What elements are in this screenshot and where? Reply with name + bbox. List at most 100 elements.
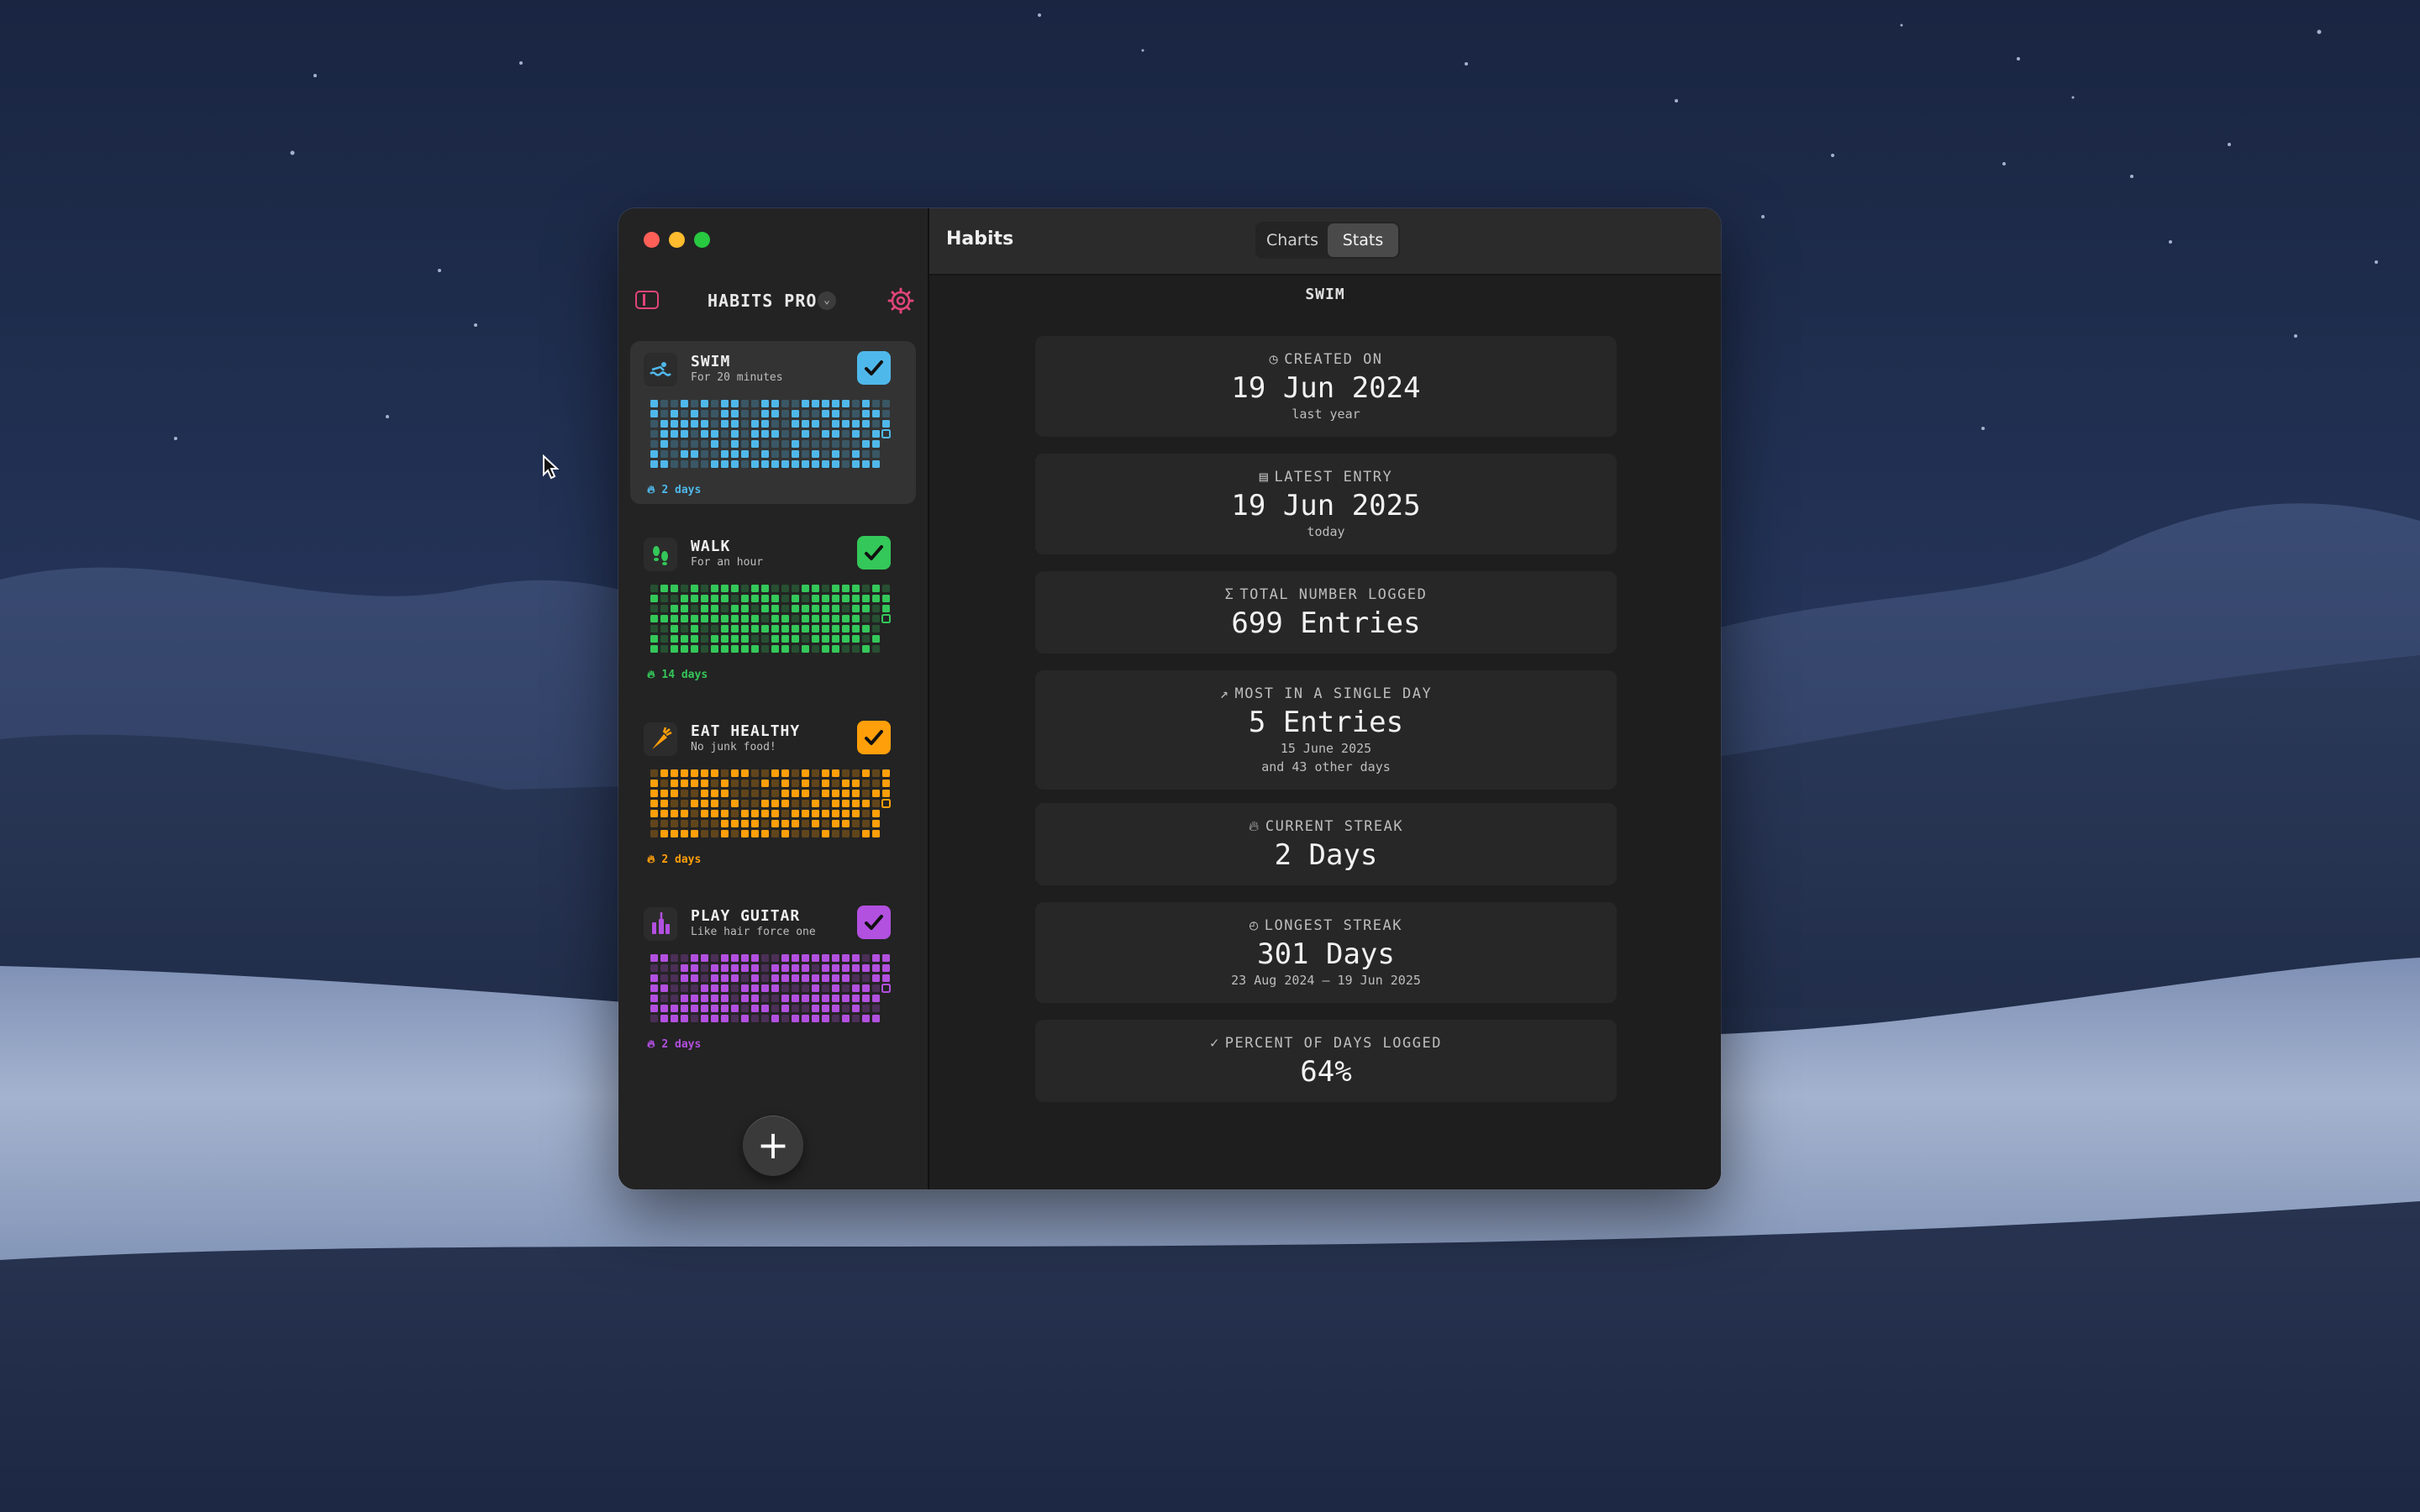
heatmap-day (872, 780, 880, 787)
heatmap-day (660, 460, 668, 468)
heatmap-day (671, 645, 678, 653)
heatmap-day (872, 800, 880, 807)
heatmap-day (842, 790, 850, 797)
heatmap-day (822, 440, 829, 448)
heatmap-day (721, 954, 729, 962)
heatmap-day (822, 820, 829, 827)
heatmap-day (842, 410, 850, 417)
chevron-down-icon[interactable]: ⌄ (818, 291, 836, 310)
heatmap-day (812, 1015, 819, 1022)
clock-icon: ◷ (1269, 351, 1280, 368)
heatmap-day (701, 595, 708, 602)
heatmap-day (751, 460, 759, 468)
heatmap-day (881, 799, 891, 808)
habit-check-button[interactable] (857, 906, 891, 939)
heatmap-day (781, 1005, 789, 1012)
heatmap-day (842, 995, 850, 1002)
stat-label: CREATED ON (1284, 351, 1383, 368)
heatmap-day (812, 954, 819, 962)
heatmap-day (842, 400, 850, 407)
heatmap-day (660, 974, 668, 982)
close-window-button[interactable] (644, 232, 660, 248)
stat-detail: 15 June 2025 (1280, 741, 1372, 756)
heatmap-day (660, 595, 668, 602)
heatmap-day (872, 1005, 880, 1012)
calendar-icon: ▤ (1259, 469, 1270, 486)
heatmap-day (771, 440, 779, 448)
heatmap-day (701, 430, 708, 438)
heatmap-day (711, 430, 718, 438)
heatmap-day (802, 615, 809, 622)
heatmap-day (881, 614, 891, 623)
heatmap-day (691, 430, 698, 438)
heatmap-day (681, 780, 688, 787)
app-title[interactable]: HABITS PRO (708, 291, 817, 311)
habit-check-button[interactable] (857, 536, 891, 570)
heatmap-day (711, 769, 718, 777)
gear-icon[interactable] (887, 287, 914, 314)
heatmap-day (711, 585, 718, 592)
heatmap-day (721, 820, 729, 827)
heatmap-day (721, 964, 729, 972)
stat-label: LONGEST STREAK (1264, 917, 1403, 934)
heatmap-day (852, 400, 860, 407)
streak-value: 2 days (661, 484, 702, 496)
habit-card[interactable]: EAT HEALTHY No junk food! 🔥︎ 2 days (630, 711, 916, 874)
minimize-window-button[interactable] (669, 232, 685, 248)
tab-charts[interactable]: Charts (1257, 223, 1328, 257)
add-habit-button[interactable]: + (743, 1116, 803, 1176)
sidebar-toggle-icon[interactable] (635, 291, 659, 309)
heatmap-day (721, 984, 729, 992)
heatmap-day (731, 430, 739, 438)
heatmap-day (721, 974, 729, 982)
heatmap-day (832, 800, 839, 807)
stat-card: ◷ CREATED ON 19 Jun 2024 last year (1035, 336, 1617, 437)
zoom-window-button[interactable] (694, 232, 710, 248)
heatmap-day (792, 585, 799, 592)
stat-label: CURRENT STREAK (1265, 818, 1404, 835)
heatmap-day (842, 585, 850, 592)
heatmap-day (761, 769, 769, 777)
heatmap-day (872, 615, 880, 622)
heatmap-day (711, 400, 718, 407)
heatmap-day (842, 460, 850, 468)
heatmap-day (852, 810, 860, 817)
heatmap-day (802, 440, 809, 448)
heatmap-day (822, 800, 829, 807)
heatmap-day (781, 625, 789, 633)
heatmap-day (872, 430, 880, 438)
heatmap-day (711, 645, 718, 653)
habit-heatmap (650, 954, 891, 1022)
heatmap-day (741, 645, 749, 653)
stat-label: LATEST ENTRY (1274, 469, 1393, 486)
heatmap-day (671, 964, 678, 972)
heatmap-day (681, 790, 688, 797)
window-controls (644, 232, 710, 248)
heatmap-day (771, 974, 779, 982)
heatmap-day (822, 605, 829, 612)
heatmap-day (802, 974, 809, 982)
habit-check-button[interactable] (857, 351, 891, 385)
heatmap-day (691, 974, 698, 982)
heatmap-day (872, 585, 880, 592)
heatmap-day (761, 410, 769, 417)
heatmap-day (650, 984, 658, 992)
heatmap-day (701, 995, 708, 1002)
heatmap-day (660, 400, 668, 407)
heatmap-day (761, 460, 769, 468)
heatmap-day (681, 800, 688, 807)
habit-card[interactable]: PLAY GUITAR Like hair force one 🔥︎ 2 day… (630, 895, 916, 1058)
heatmap-day (882, 974, 890, 982)
heatmap-day (650, 595, 658, 602)
carrot-icon (644, 722, 677, 756)
heatmap-day (842, 440, 850, 448)
tab-stats[interactable]: Stats (1328, 223, 1398, 257)
heatmap-day (691, 954, 698, 962)
heatmap-day (721, 605, 729, 612)
habit-card[interactable]: WALK For an hour 🔥︎ 14 days (630, 526, 916, 689)
habit-card[interactable]: SWIM For 20 minutes 🔥︎ 2 days (630, 341, 916, 504)
habit-check-button[interactable] (857, 721, 891, 754)
heatmap-day (832, 635, 839, 643)
heatmap-day (681, 615, 688, 622)
heatmap-day (701, 450, 708, 458)
